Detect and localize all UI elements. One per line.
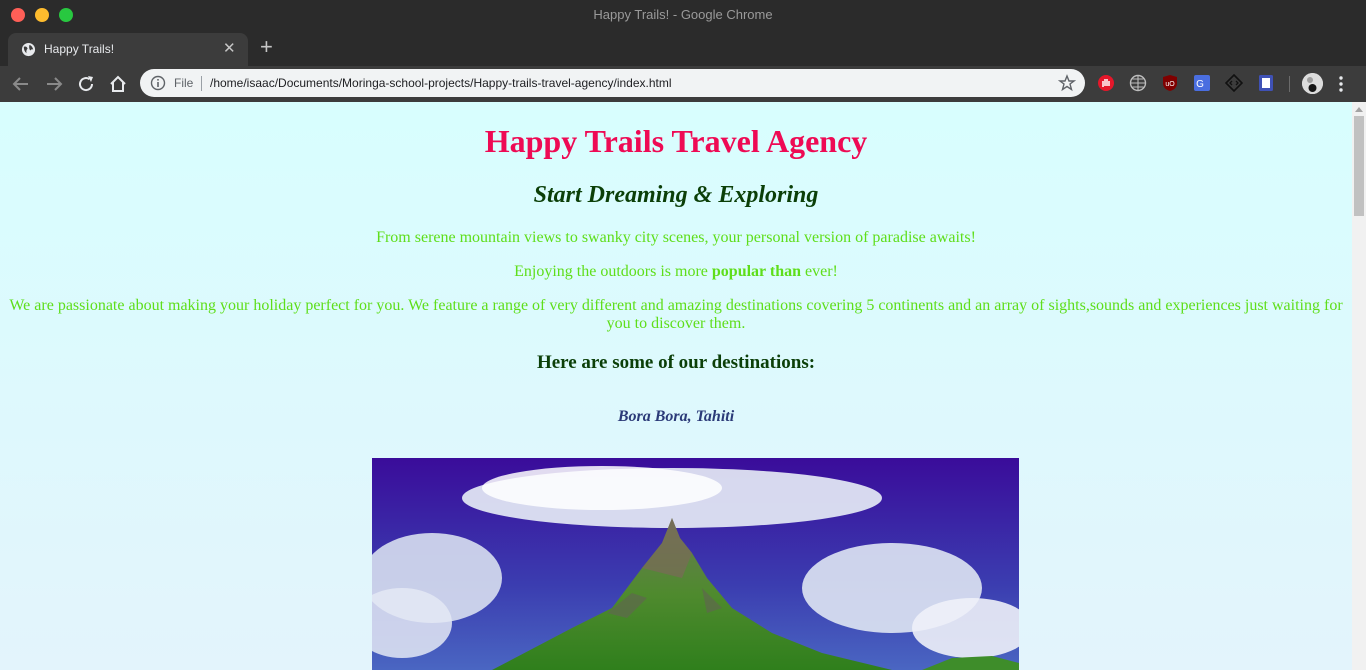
reload-icon[interactable]	[75, 73, 97, 95]
info-icon[interactable]	[150, 75, 166, 91]
avatar-icon	[1302, 73, 1323, 94]
svg-text:uO: uO	[1165, 81, 1175, 88]
bookmark-star-icon[interactable]	[1058, 74, 1076, 92]
page-title: Happy Trails Travel Agency	[484, 123, 868, 159]
globe-extension-icon[interactable]	[1129, 74, 1147, 92]
translate-icon[interactable]: G	[1193, 74, 1211, 92]
destination-name: Bora Bora, Tahiti	[617, 408, 735, 425]
about-paragraph: We are passionate about making your holi…	[9, 297, 1343, 332]
browser-toolbar: File /home/isaac/Documents/Moringa-schoo…	[0, 66, 1366, 102]
destinations-heading: Here are some of our destinations:	[536, 352, 816, 373]
back-arrow-icon[interactable]	[10, 73, 32, 95]
url-text[interactable]: /home/isaac/Documents/Moringa-school-pro…	[210, 76, 672, 90]
outdoors-text-end: ever!	[800, 263, 838, 280]
kebab-menu-icon[interactable]	[1336, 74, 1346, 94]
scroll-up-arrow-icon[interactable]	[1355, 107, 1363, 112]
page-viewport: Happy Trails Travel Agency Start Dreamin…	[0, 102, 1352, 670]
scheme-label: File	[174, 76, 194, 90]
address-separator	[201, 76, 202, 91]
tab-happy-trails[interactable]: Happy Trails! ✕	[8, 33, 248, 66]
address-bar[interactable]: File /home/isaac/Documents/Moringa-schoo…	[140, 69, 1085, 97]
home-icon[interactable]	[107, 73, 129, 95]
svg-text:G: G	[1196, 79, 1204, 90]
scroll-thumb[interactable]	[1354, 116, 1364, 216]
tab-title: Happy Trails!	[44, 42, 115, 56]
profile-avatar[interactable]	[1302, 73, 1323, 94]
book-icon[interactable]	[1257, 74, 1275, 92]
code-diamond-icon[interactable]	[1225, 74, 1243, 92]
intro-paragraph: From serene mountain views to swanky cit…	[376, 229, 976, 246]
new-tab-button[interactable]: +	[260, 35, 273, 59]
ublock-icon[interactable]: uO	[1161, 74, 1179, 92]
tab-close-icon[interactable]: ✕	[223, 40, 236, 58]
outdoors-text-bold: popular than	[711, 263, 801, 280]
globe-icon	[21, 42, 36, 57]
window-title: Happy Trails! - Google Chrome	[593, 7, 773, 22]
hand-stop-icon[interactable]	[1097, 74, 1115, 92]
outdoors-paragraph: Enjoying the outdoors is more popular th…	[0, 263, 1352, 281]
forward-arrow-icon[interactable]	[43, 73, 65, 95]
tab-strip: Happy Trails! ✕ +	[0, 30, 1366, 66]
toolbar-separator	[1289, 76, 1290, 92]
page-subtitle: Start Dreaming & Exploring	[533, 182, 819, 208]
outdoors-text-start: Enjoying the outdoors is more	[514, 263, 712, 280]
page-scrollbar[interactable]	[1352, 102, 1366, 670]
window-titlebar: Happy Trails! - Google Chrome	[0, 0, 1366, 30]
bora-bora-photo	[372, 458, 1019, 670]
